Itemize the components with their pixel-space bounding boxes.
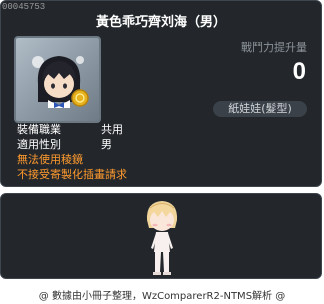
power-increase-label: 戰鬥力提升量: [241, 41, 307, 54]
gender-label: 適用性別: [17, 138, 61, 151]
hair-item-icon: [32, 56, 89, 108]
equip-job-value: 共用: [101, 123, 123, 136]
avatar-preview-panel: [0, 193, 322, 279]
item-icon-frame: [14, 36, 101, 123]
power-increase-value: 0: [292, 58, 306, 85]
equip-job-row: 裝備職業 共用: [17, 121, 123, 137]
commission-warning: 不接受寄製化插畫請求: [17, 168, 127, 181]
item-title: 黃色乖巧齊刘海（男）: [95, 15, 226, 30]
item-id: 00045753: [2, 2, 46, 12]
prism-warning: 無法使用稜鏡: [17, 153, 83, 166]
character-avatar-icon: [146, 201, 178, 275]
credit-footer: @ 數據由小冊子整理，WzComparerR2-NTMS解析 @: [38, 291, 286, 302]
category-badge: 紙娃娃(髮型): [213, 101, 307, 117]
gender-value: 男: [101, 138, 112, 151]
item-tooltip: 黃色乖巧齊刘海（男） 戰鬥力提升量 0 紙娃娃(髮型) 裝備職業 共用 適用性別…: [0, 0, 322, 187]
equip-job-label: 裝備職業: [17, 123, 61, 136]
gender-row: 適用性別 男: [17, 136, 112, 152]
